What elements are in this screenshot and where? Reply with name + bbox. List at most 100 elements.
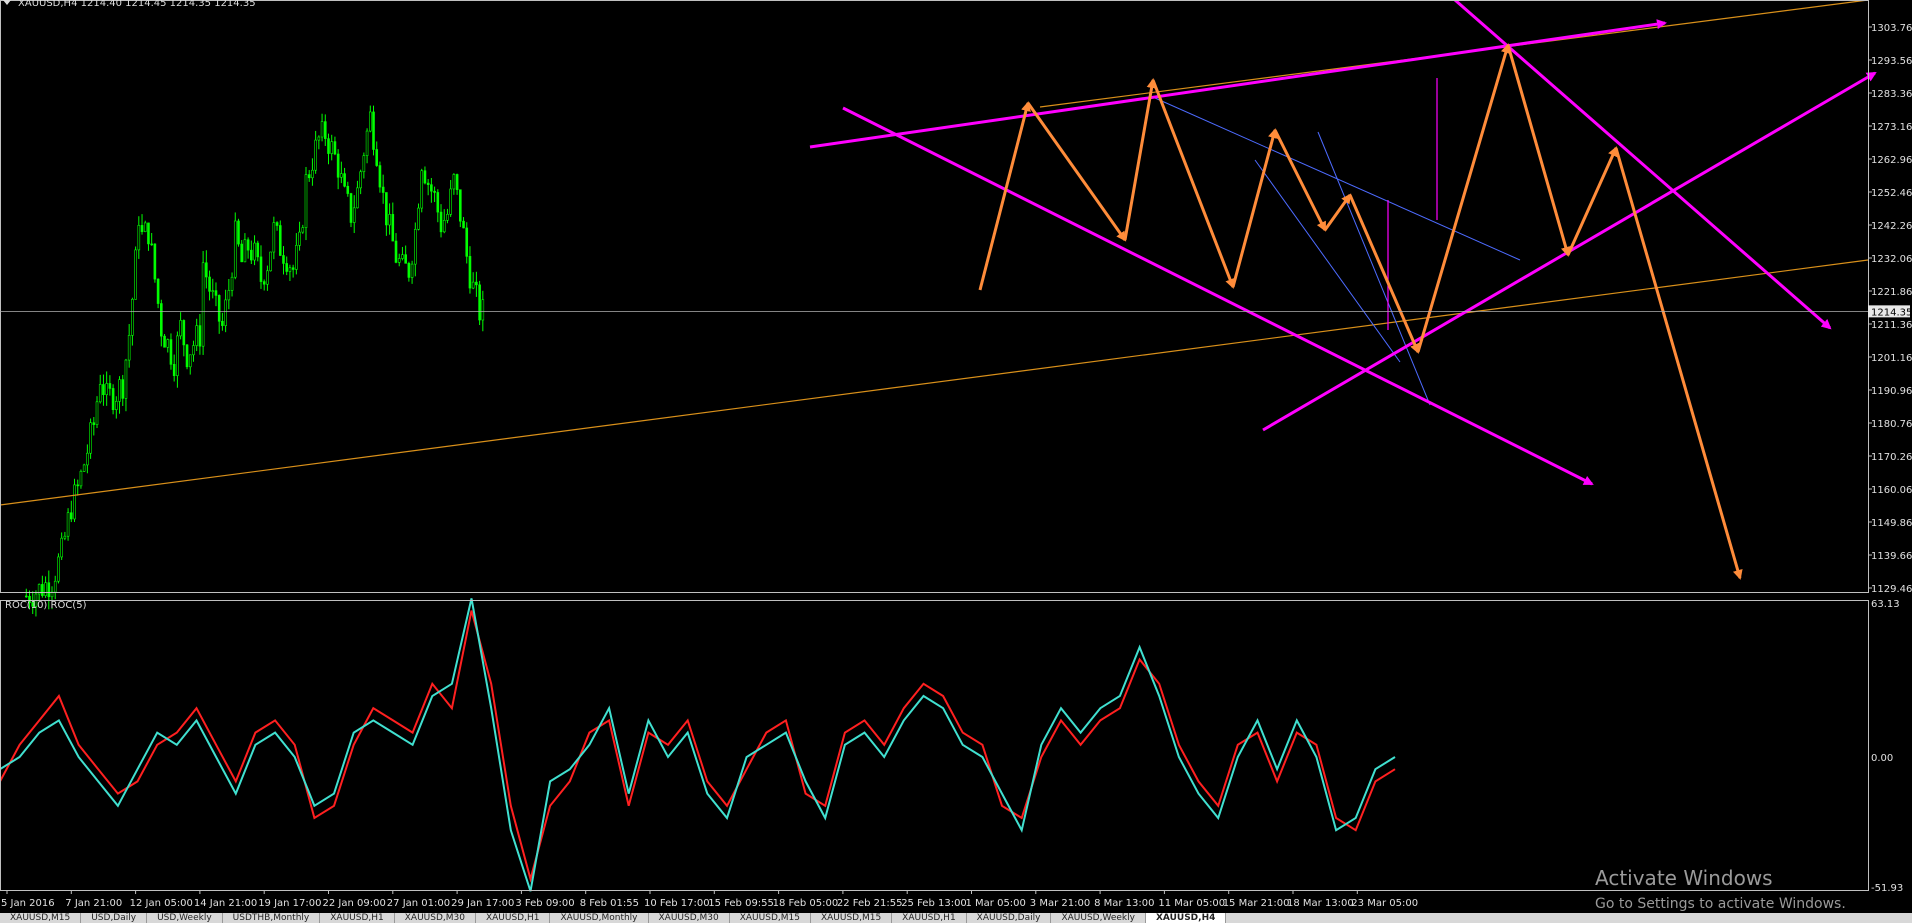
candle-body xyxy=(336,153,340,178)
candle-body xyxy=(163,335,166,348)
chart-tab[interactable]: XAUUSD,M15 xyxy=(811,913,893,923)
candle-body xyxy=(275,222,279,226)
candle-body xyxy=(115,401,118,410)
candle-body xyxy=(98,384,102,403)
candle-body xyxy=(143,222,147,232)
time-tick-label: 29 Jan 17:00 xyxy=(451,898,514,909)
time-tick-label: 7 Jan 21:00 xyxy=(65,898,122,909)
candle-body xyxy=(243,239,247,263)
candle-body xyxy=(301,227,305,233)
candle-body xyxy=(394,240,398,263)
price-tick-label: 1293.56 xyxy=(1871,56,1912,67)
candle-body xyxy=(285,263,289,272)
candle-body xyxy=(340,173,343,178)
chart-tab[interactable]: USDTHB,Monthly xyxy=(223,913,321,923)
candle-body xyxy=(217,295,221,322)
candle-body xyxy=(208,276,211,292)
candle-body xyxy=(317,136,321,141)
candle-body xyxy=(262,281,266,285)
candle-body xyxy=(475,281,478,286)
candle-body xyxy=(385,192,388,226)
price-tick-label: 1129.46 xyxy=(1871,584,1912,595)
candle-body xyxy=(368,111,372,132)
candle-body xyxy=(266,270,269,285)
candle-body xyxy=(108,383,112,389)
candle-body xyxy=(214,290,218,296)
candle-body xyxy=(436,192,440,213)
candle-body xyxy=(465,227,469,257)
candle-body xyxy=(86,452,89,466)
chart-tab[interactable]: XAUUSD,M15 xyxy=(730,913,811,923)
candle-body xyxy=(24,595,28,598)
candle-body xyxy=(439,211,443,233)
time-tick-label: 18 Mar 13:00 xyxy=(1287,898,1354,909)
candle-body xyxy=(124,359,128,399)
candle-body xyxy=(111,388,115,410)
candle-body xyxy=(381,186,385,193)
candle-body xyxy=(455,174,459,190)
chart-background xyxy=(0,0,1912,913)
chart-tab[interactable]: USD,Weekly xyxy=(147,913,223,923)
candle-body xyxy=(224,299,227,326)
candle-body xyxy=(314,139,317,171)
chart-tab[interactable]: XAUUSD,H1 xyxy=(892,913,967,923)
price-tick-label: 1201.16 xyxy=(1871,353,1912,364)
chart-tab[interactable]: XAUUSD,Weekly xyxy=(1051,913,1146,923)
time-tick-label: 18 Feb 05:00 xyxy=(773,898,839,909)
chart-tab[interactable]: XAUUSD,H1 xyxy=(320,913,395,923)
candle-body xyxy=(63,535,67,539)
symbol-header: XAUUSD,H4 1214.40 1214.45 1214.35 1214.3… xyxy=(18,0,256,9)
time-tick-label: 15 Mar 21:00 xyxy=(1223,898,1290,909)
price-tick-label: 1190.96 xyxy=(1871,386,1912,397)
chart-tab[interactable]: XAUUSD,Daily xyxy=(967,913,1052,923)
candle-body xyxy=(282,255,285,264)
candle-body xyxy=(95,401,99,425)
candle-body xyxy=(160,303,163,337)
price-tick-label: 1252.46 xyxy=(1871,188,1912,199)
candle-body xyxy=(53,580,57,593)
candle-body xyxy=(256,242,260,258)
candle-body xyxy=(407,263,411,278)
candle-body xyxy=(352,207,356,223)
candle-body xyxy=(288,267,292,272)
chart-tab[interactable]: XAUUSD,M15 xyxy=(0,913,82,923)
candle-body xyxy=(250,249,253,261)
candle-body xyxy=(253,242,256,261)
chart-tab[interactable]: XAUUSD,H1 xyxy=(476,913,551,923)
candle-body xyxy=(323,121,327,139)
chart-tab[interactable]: XAUUSD,M30 xyxy=(649,913,730,923)
price-tick-label: 1232.06 xyxy=(1871,254,1912,265)
chart-tab[interactable]: XAUUSD,M30 xyxy=(395,913,476,923)
candle-body xyxy=(378,165,382,188)
roc-tick-label: -51.93 xyxy=(1871,883,1903,894)
candle-body xyxy=(102,384,105,396)
trading-chart[interactable]: 1303.76 1293.56 1283.36 1273.16 1262.96 1252.… xyxy=(0,0,1912,913)
candle-body xyxy=(330,141,334,154)
price-tick-label: 1160.06 xyxy=(1871,485,1912,496)
candle-body xyxy=(462,220,465,229)
candle-body xyxy=(166,339,170,348)
candle-body xyxy=(127,335,131,361)
price-tick-label: 1283.36 xyxy=(1871,89,1912,100)
price-tick-label: 1180.76 xyxy=(1871,419,1912,430)
chart-tab[interactable]: XAUUSD,Monthly xyxy=(550,913,649,923)
candle-body xyxy=(137,225,141,251)
candle-body xyxy=(118,379,121,402)
chart-tab[interactable]: USD,Daily xyxy=(81,913,148,923)
candle-body xyxy=(359,171,362,189)
candle-body xyxy=(201,262,205,347)
candle-body xyxy=(365,130,369,156)
candle-body xyxy=(307,174,311,179)
roc-tick-label: 63.13 xyxy=(1871,599,1900,610)
candle-body xyxy=(327,138,330,154)
candle-body xyxy=(140,225,144,232)
time-tick-label: 25 Feb 13:00 xyxy=(901,898,967,909)
candle-body xyxy=(188,354,192,368)
candle-body xyxy=(156,278,160,304)
candle-body xyxy=(478,284,481,321)
chart-tab[interactable]: XAUUSD,H4 xyxy=(1145,913,1227,923)
activate-windows-watermark: Activate Windows Go to Settings to activ… xyxy=(1595,866,1846,912)
time-tick-label: 12 Jan 05:00 xyxy=(130,898,193,909)
time-tick-label: 8 Feb 01:55 xyxy=(580,898,639,909)
candle-body xyxy=(205,262,208,278)
